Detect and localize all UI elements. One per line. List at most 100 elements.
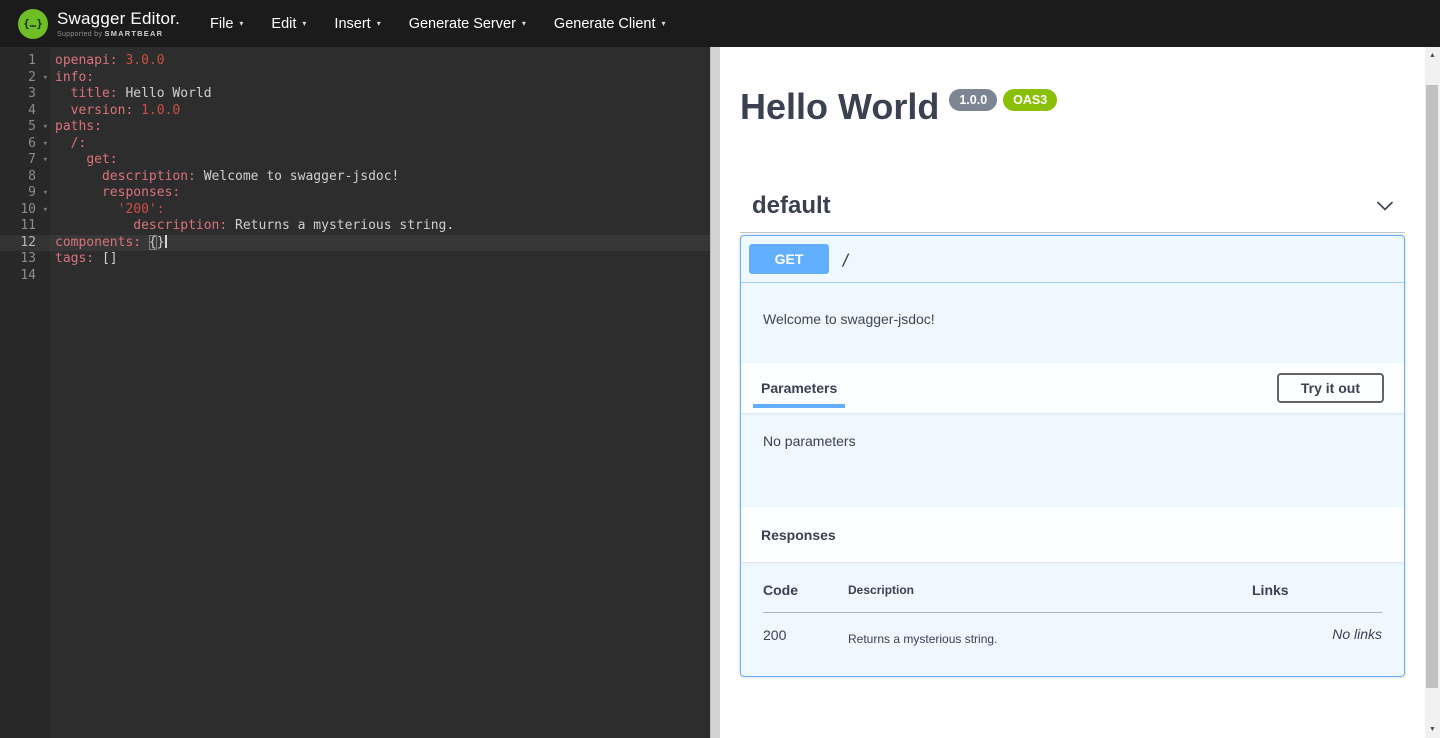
tab-parameters[interactable]: Parameters: [761, 380, 837, 396]
line-number: 7▾: [0, 152, 50, 169]
code-token: Welcome to swagger-jsdoc!: [196, 169, 400, 184]
line-number: 4: [0, 103, 50, 120]
api-info: Hello World 1.0.0 OAS3: [740, 47, 1405, 128]
code-token: {: [149, 235, 157, 250]
menu-label: File: [210, 16, 233, 32]
responses-links-header: Links: [1252, 582, 1382, 613]
responses-header: Responses: [741, 507, 1404, 562]
code-line[interactable]: title: Hello World: [50, 86, 710, 103]
line-number: 8: [0, 169, 50, 186]
code-line[interactable]: tags: []: [50, 251, 710, 268]
fold-arrow-icon[interactable]: ▾: [43, 152, 48, 169]
scrollbar-thumb[interactable]: [1426, 85, 1438, 688]
swagger-editor-logo[interactable]: {…} Swagger Editor. Supported by SMARTBE…: [18, 9, 180, 39]
code-line[interactable]: components: {}: [50, 235, 710, 252]
code-token: paths:: [55, 119, 102, 134]
scroll-up-icon[interactable]: ▲: [1425, 47, 1440, 64]
swagger-ui-preview: Hello World 1.0.0 OAS3 default GET / Wel…: [720, 47, 1425, 738]
code-token: Returns a mysterious string.: [227, 218, 454, 233]
code-line[interactable]: responses:: [50, 185, 710, 202]
code-token: }: [157, 235, 165, 250]
code-token: '200':: [118, 202, 165, 217]
api-title: Hello World: [740, 85, 939, 128]
code-token: [55, 103, 71, 118]
responses-description-header: Description: [848, 582, 1252, 613]
line-number: 6▾: [0, 136, 50, 153]
supported-by-label: Supported by: [57, 31, 102, 38]
code-token: tags:: [55, 251, 94, 266]
code-line[interactable]: '200':: [50, 202, 710, 219]
topbar: {…} Swagger Editor. Supported by SMARTBE…: [0, 0, 1440, 47]
try-it-out-button[interactable]: Try it out: [1277, 373, 1384, 403]
code-token: responses:: [102, 185, 180, 200]
code-line[interactable]: /:: [50, 136, 710, 153]
line-number: 12: [0, 235, 50, 252]
code-token: [55, 169, 102, 184]
code-token: info:: [55, 70, 94, 85]
line-number: 2▾: [0, 70, 50, 87]
chevron-down-icon: ▾: [661, 19, 665, 28]
response-links: No links: [1252, 613, 1382, 647]
tag-section-default[interactable]: default: [740, 192, 1405, 233]
code-line[interactable]: openapi: 3.0.0: [50, 53, 710, 70]
tag-name: default: [752, 192, 831, 220]
code-lines[interactable]: openapi: 3.0.0info: title: Hello World v…: [50, 47, 710, 738]
responses-title: Responses: [761, 527, 836, 543]
line-number: 5▾: [0, 119, 50, 136]
scroll-down-icon[interactable]: ▼: [1425, 721, 1440, 738]
operation-block-get: GET / Welcome to swagger-jsdoc! Paramete…: [740, 235, 1405, 677]
fold-arrow-icon[interactable]: ▾: [43, 202, 48, 219]
code-token: [141, 235, 149, 250]
code-token: [55, 218, 133, 233]
code-token: version:: [71, 103, 134, 118]
version-badge: 1.0.0: [949, 89, 997, 111]
chevron-down-icon: ▾: [239, 19, 243, 28]
editor-gutter: 12▾345▾6▾7▾89▾10▾11121314: [0, 47, 50, 738]
menu-bar: File ▾ Edit▾Insert▾Generate Server▾Generat…: [196, 6, 679, 42]
main-split: 12▾345▾6▾7▾89▾10▾11121314 openapi: 3.0.0…: [0, 47, 1440, 738]
code-line[interactable]: info:: [50, 70, 710, 87]
parameters-header: Parameters Try it out: [741, 363, 1404, 413]
oas3-badge: OAS3: [1003, 89, 1057, 111]
code-line[interactable]: paths:: [50, 119, 710, 136]
menu-file[interactable]: File ▾: [196, 6, 257, 42]
brand-subtitle: Supported by SMARTBEAR: [57, 30, 180, 38]
code-token: [55, 86, 71, 101]
menu-generate-server[interactable]: Generate Server▾: [395, 6, 540, 42]
smartbear-wordmark: SMARTBEAR: [105, 29, 164, 38]
code-line[interactable]: [50, 268, 710, 285]
line-number: 14: [0, 268, 50, 285]
responses-table: Code Description Links 200Returns a myst…: [763, 582, 1382, 646]
menu-generate-client[interactable]: Generate Client▾: [540, 6, 680, 42]
app-title: Swagger Editor.: [57, 10, 180, 27]
fold-arrow-icon[interactable]: ▾: [43, 185, 48, 202]
code-token: 1.0.0: [141, 103, 180, 118]
fold-arrow-icon[interactable]: ▾: [43, 70, 48, 87]
code-line[interactable]: get:: [50, 152, 710, 169]
text-cursor: [165, 235, 167, 248]
menu-insert[interactable]: Insert▾: [320, 6, 394, 42]
pane-splitter[interactable]: [710, 47, 720, 738]
operation-description: Welcome to swagger-jsdoc!: [741, 283, 1404, 363]
operation-path: /: [841, 250, 851, 269]
code-token: description:: [133, 218, 227, 233]
code-token: [55, 136, 71, 151]
code-token: components:: [55, 235, 141, 250]
code-line[interactable]: description: Welcome to swagger-jsdoc!: [50, 169, 710, 186]
yaml-editor[interactable]: 12▾345▾6▾7▾89▾10▾11121314 openapi: 3.0.0…: [0, 47, 710, 738]
response-description: Returns a mysterious string.: [848, 613, 1252, 647]
fold-arrow-icon[interactable]: ▾: [43, 136, 48, 153]
code-line[interactable]: description: Returns a mysterious string…: [50, 218, 710, 235]
code-token: []: [94, 251, 117, 266]
code-token: description:: [102, 169, 196, 184]
code-token: [55, 152, 86, 167]
menu-edit[interactable]: Edit▾: [257, 6, 320, 42]
code-token: get:: [86, 152, 117, 167]
fold-arrow-icon[interactable]: ▾: [43, 119, 48, 136]
operation-summary[interactable]: GET /: [741, 236, 1404, 283]
code-token: openapi:: [55, 53, 118, 68]
code-line[interactable]: version: 1.0.0: [50, 103, 710, 120]
preview-scrollbar[interactable]: ▲ ▼: [1425, 47, 1440, 738]
code-token: [55, 185, 102, 200]
responses-rows: 200Returns a mysterious string.No links: [763, 613, 1382, 647]
